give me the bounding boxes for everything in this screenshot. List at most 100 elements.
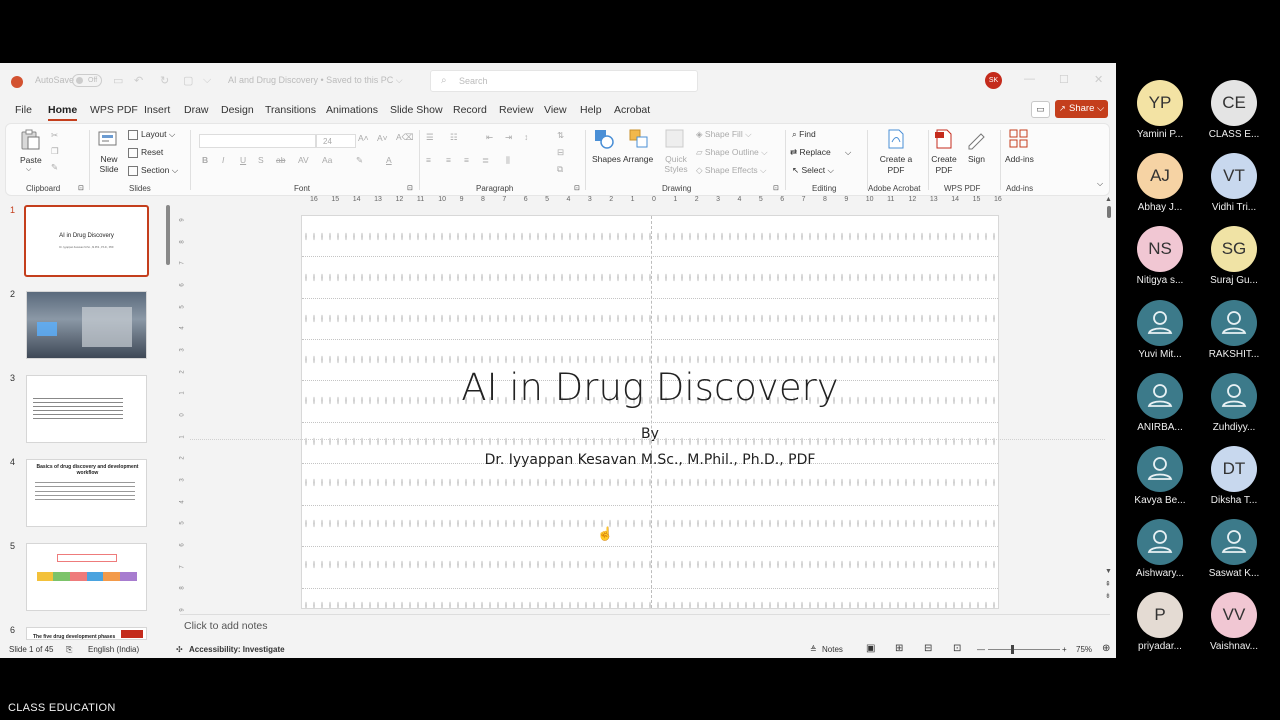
undo-icon[interactable]: ↶ (134, 74, 143, 87)
scroll-up-icon[interactable]: ▲ (1105, 196, 1112, 203)
select-button[interactable]: ↖ Select ⌵ (792, 165, 834, 176)
zoom-level[interactable]: 75% (1076, 645, 1092, 654)
italic-icon[interactable]: I (222, 155, 224, 165)
decrease-font-icon[interactable]: A˅ (377, 133, 388, 143)
participant-tile[interactable]: Kavya Be... (1122, 446, 1198, 506)
format-painter-icon[interactable]: ✎ (51, 162, 58, 173)
underline-icon[interactable]: U (240, 155, 246, 165)
customize-qat-icon[interactable]: ⌵ (203, 74, 211, 87)
tab-acrobat[interactable]: Acrobat (614, 104, 650, 116)
search-box[interactable]: ⌕ Search (430, 70, 698, 92)
shape-effects-button[interactable]: ◇ Shape Effects ⌵ (696, 165, 767, 176)
participant-tile[interactable]: Zuhdiyy... (1196, 372, 1272, 433)
slide-thumbnail[interactable]: Basics of drug discovery and development… (26, 459, 147, 527)
paste-button[interactable]: Paste (20, 155, 42, 165)
participant-tile[interactable]: Ppriyadar... (1122, 592, 1198, 652)
align-left-icon[interactable]: ≡ (426, 155, 431, 165)
shape-outline-button[interactable]: ▱ Shape Outline ⌵ (696, 147, 768, 158)
arrange-button[interactable]: Arrange (623, 154, 653, 164)
slide-thumbnail[interactable] (26, 291, 147, 359)
zoom-in-icon[interactable]: + (1062, 645, 1067, 654)
shape-fill-button[interactable]: ◈ Shape Fill ⌵ (696, 129, 752, 140)
smartart-icon[interactable]: ⧉ (557, 164, 563, 175)
tab-animations[interactable]: Animations (326, 104, 378, 116)
tab-insert[interactable]: Insert (144, 104, 170, 116)
shapes-button[interactable]: Shapes (592, 154, 621, 164)
tab-help[interactable]: Help (580, 104, 602, 116)
participant-tile[interactable]: Aishwary... (1122, 519, 1198, 579)
redo-icon[interactable]: ↻ (160, 74, 169, 87)
scrollbar-thumb[interactable] (1107, 206, 1111, 218)
strikethrough-icon[interactable]: ab (276, 155, 285, 165)
language-indicator[interactable]: English (India) (88, 645, 139, 654)
text-direction-icon[interactable]: ⇅ (557, 130, 564, 141)
tab-slide-show[interactable]: Slide Show (390, 104, 443, 116)
align-text-icon[interactable]: ⊟ (557, 147, 564, 158)
columns-icon[interactable]: ⫼ (506, 155, 510, 166)
tab-file[interactable]: File (15, 104, 32, 116)
participant-tile[interactable]: VV Vaishnav... (1196, 592, 1272, 652)
slide-author-text[interactable]: Dr. Iyyappan Kesavan M.Sc., M.Phil., Ph.… (302, 452, 998, 468)
layout-button[interactable]: Layout ⌵ (128, 129, 175, 140)
slide-thumbnail[interactable] (26, 375, 147, 443)
participant-tile[interactable]: DT Diksha T... (1196, 446, 1272, 506)
align-center-icon[interactable]: ≡ (446, 155, 451, 165)
paragraph-launcher-icon[interactable]: ⊡ (574, 184, 580, 192)
add-ins-button[interactable]: Add-ins (1005, 154, 1034, 164)
reading-view-icon[interactable]: ⊟ (924, 643, 932, 654)
decrease-indent-icon[interactable]: ⇤ (486, 132, 493, 143)
participant-tile[interactable]: VT Vidhi Tri... (1196, 153, 1272, 213)
tab-transitions[interactable]: Transitions (265, 104, 316, 116)
slide-thumbnail[interactable]: The five drug development phases (26, 627, 147, 640)
replace-button[interactable]: ⇄ Replace ⌵ (790, 147, 851, 158)
zoom-out-icon[interactable]: — (977, 645, 985, 654)
tab-view[interactable]: View (544, 104, 567, 116)
fit-to-window-icon[interactable]: ⊕ (1102, 643, 1110, 654)
participant-tile[interactable]: YP Yamini P... (1122, 80, 1198, 140)
participant-tile[interactable]: CE CLASS E... (1196, 80, 1272, 140)
autosave-toggle[interactable]: Off (72, 74, 102, 87)
shadow-icon[interactable]: S (258, 155, 264, 165)
tab-home[interactable]: Home (48, 104, 78, 121)
user-avatar[interactable]: SK (985, 72, 1002, 89)
new-slide-button[interactable]: New Slide (98, 154, 120, 174)
highlight-icon[interactable]: ✎ (356, 155, 363, 166)
present-icon[interactable]: ▢ (183, 74, 193, 87)
copy-icon[interactable]: ❐ (51, 146, 59, 157)
participant-tile[interactable]: RAKSHIT... (1196, 299, 1272, 360)
slide-title[interactable]: AI in Drug Discovery (302, 366, 998, 409)
participant-tile[interactable]: NS Nitigya s... (1122, 226, 1198, 286)
justify-icon[interactable]: ≣ (482, 155, 489, 166)
change-case-icon[interactable]: Aa (322, 155, 332, 165)
font-launcher-icon[interactable]: ⊡ (407, 184, 413, 192)
participant-tile[interactable]: Saswat K... (1196, 519, 1272, 579)
increase-indent-icon[interactable]: ⇥ (505, 132, 512, 143)
font-color-icon[interactable]: A (386, 155, 392, 165)
share-button[interactable]: Share ⌵ (1055, 100, 1108, 118)
align-right-icon[interactable]: ≡ (464, 155, 469, 165)
document-name[interactable]: AI and Drug Discovery • Saved to this PC… (228, 75, 403, 86)
thumbnails-scrollbar[interactable] (164, 199, 172, 640)
bold-icon[interactable]: B (202, 155, 208, 165)
notes-pane[interactable]: Click to add notes (184, 620, 267, 632)
tab-record[interactable]: Record (453, 104, 487, 116)
bullets-icon[interactable]: ☰ (426, 132, 434, 143)
quick-styles-button[interactable]: Quick Styles (663, 154, 689, 174)
slide-thumbnail[interactable]: AI in Drug Discovery Dr. Iyyappan Kesava… (24, 205, 149, 277)
char-spacing-icon[interactable]: AV (298, 155, 309, 165)
font-size-select[interactable]: 24 (316, 134, 356, 148)
cut-icon[interactable]: ✂ (51, 130, 58, 141)
spellcheck-icon[interactable]: ⎘ (66, 645, 72, 655)
wps-create-pdf-button[interactable]: Create PDF (928, 154, 960, 176)
maximize-icon[interactable]: ☐ (1059, 73, 1069, 86)
clear-formatting-icon[interactable]: A⌫ (396, 132, 414, 143)
section-button[interactable]: Section ⌵ (128, 165, 178, 176)
drawing-launcher-icon[interactable]: ⊡ (773, 184, 779, 192)
close-icon[interactable]: ✕ (1094, 73, 1103, 86)
participant-tile[interactable]: Yuvi Mit... (1122, 299, 1198, 360)
slide-canvas[interactable]: AI in Drug Discovery By Dr. Iyyappan Kes… (301, 215, 999, 609)
next-slide-icon[interactable]: ⇟ (1105, 592, 1111, 600)
paste-dropdown-icon[interactable]: ⌵ (26, 166, 31, 174)
accessibility-status[interactable]: Accessibility: Investigate (189, 645, 285, 654)
normal-view-icon[interactable]: ▣ (866, 643, 875, 654)
